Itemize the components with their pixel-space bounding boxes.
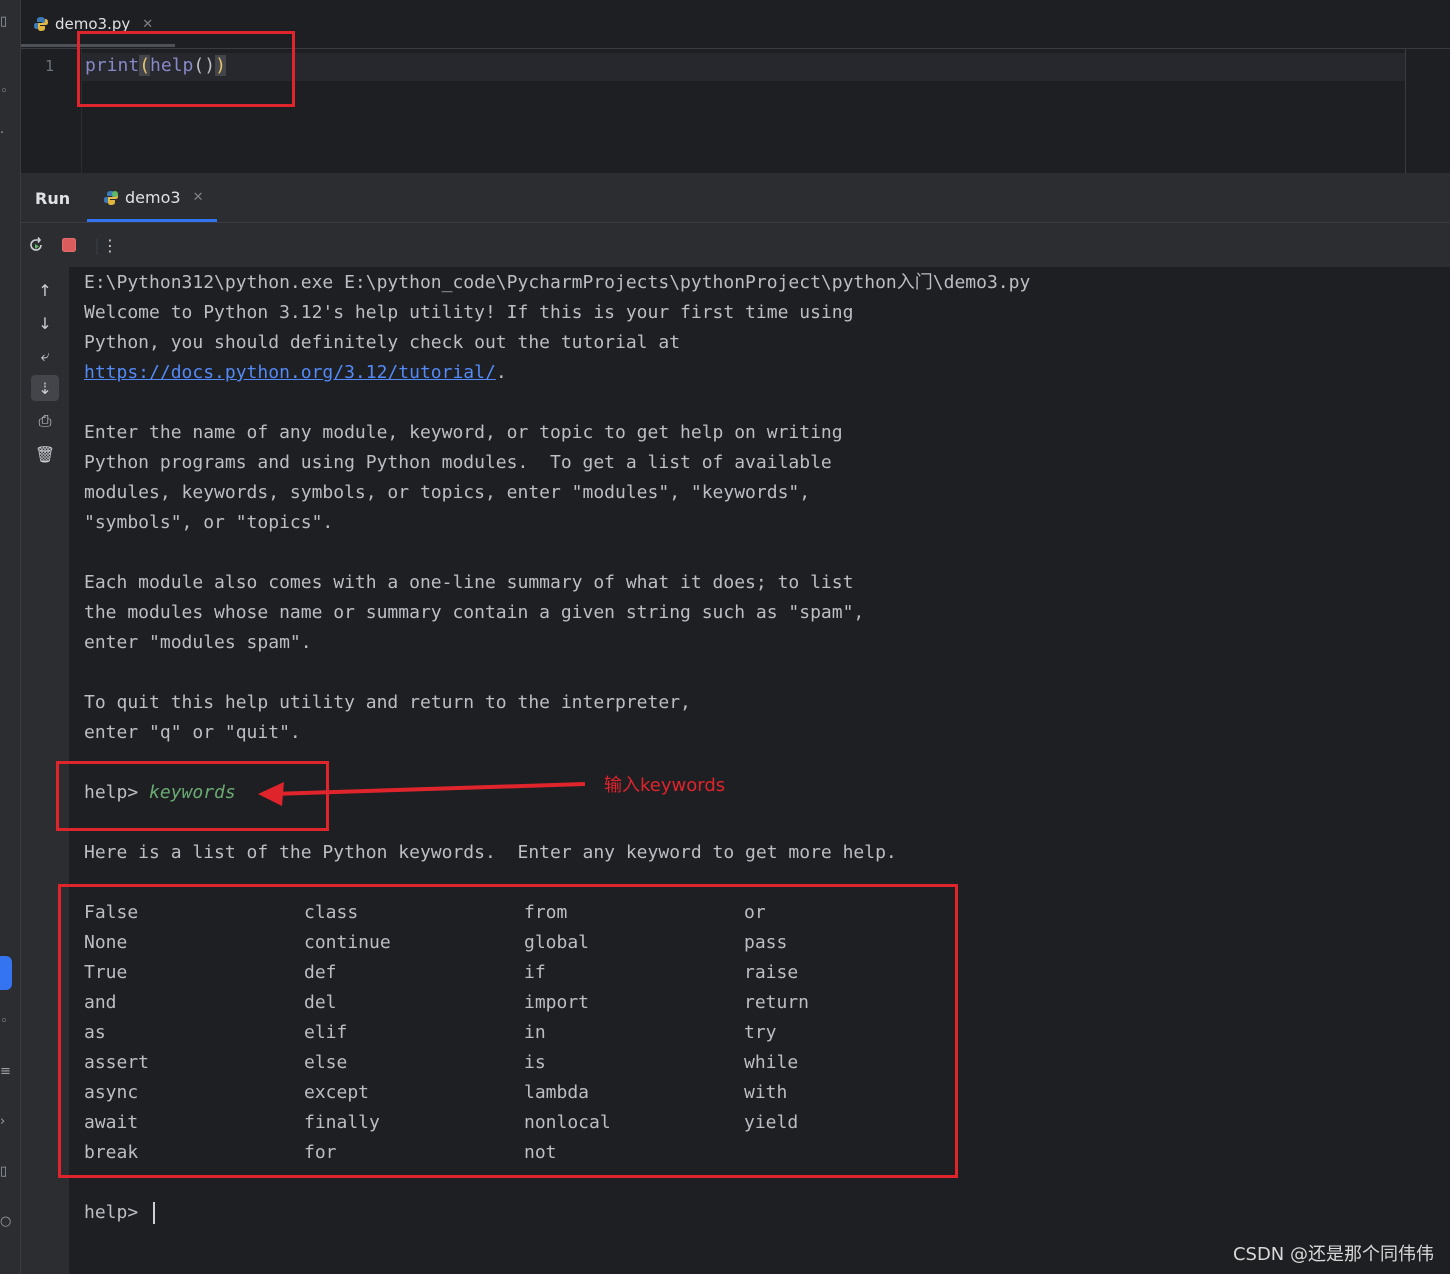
final-prompt-line[interactable]: help> <box>84 1198 156 1228</box>
link-suffix: . <box>495 362 507 383</box>
run-tab-label: demo3 <box>125 188 181 207</box>
run-panel-header: Run demo3 ✕ <box>21 173 1450 223</box>
run-toolbar: | ⋮ <box>21 223 1450 267</box>
scroll-down-icon[interactable]: ↓ <box>31 310 59 336</box>
project-icon[interactable]: ▯ <box>0 14 20 29</box>
close-run-tab-icon[interactable]: ✕ <box>193 190 204 205</box>
right-margin-ruler <box>1405 49 1406 173</box>
annotation-arrow-icon <box>258 782 586 806</box>
console-line: To quit this help utility and return to … <box>84 692 691 713</box>
console-line: enter "modules spam". <box>84 632 312 653</box>
console-line: modules, keywords, symbols, or topics, e… <box>84 482 811 503</box>
layers-icon[interactable]: ≡ <box>0 1064 20 1079</box>
terminal-icon[interactable]: › <box>0 1114 20 1129</box>
more-options-icon[interactable]: ⋮ <box>100 235 120 255</box>
keywords-intro: Here is a list of the Python keywords. E… <box>84 842 897 863</box>
console-line: Enter the name of any module, keyword, o… <box>84 422 843 443</box>
problems-icon[interactable]: ▯ <box>0 1164 20 1179</box>
run-tab-demo3[interactable]: demo3 ✕ <box>87 173 217 222</box>
console-line: the modules whose name or summary contai… <box>84 602 865 623</box>
left-tool-strip: ▯ ◦ · ◦ ≡ › ▯ ○ <box>0 0 21 1274</box>
scroll-up-icon[interactable]: ↑ <box>31 277 59 303</box>
close-tab-icon[interactable]: ✕ <box>142 17 153 32</box>
run-panel-title: Run <box>35 189 71 208</box>
scroll-to-end-icon[interactable]: ⇣ <box>31 375 59 401</box>
console-line: Python programs and using Python modules… <box>84 452 832 473</box>
text-caret <box>153 1202 156 1224</box>
console-line: E:\Python312\python.exe E:\python_code\P… <box>84 272 1031 293</box>
console-line: Each module also comes with a one-line s… <box>84 572 854 593</box>
console-line: Welcome to Python 3.12's help utility! I… <box>84 302 854 323</box>
run-tab-underline <box>87 219 217 222</box>
soft-wrap-icon[interactable]: ⤶ <box>31 343 59 369</box>
trash-icon[interactable]: 🗑 <box>31 441 59 467</box>
stop-icon[interactable] <box>59 235 79 255</box>
more-icon[interactable]: · <box>0 126 20 141</box>
code-highlight-box <box>77 31 295 107</box>
commit-icon[interactable]: ◦ <box>0 84 20 99</box>
python-run-icon <box>104 190 118 205</box>
line-number: 1 <box>45 57 55 75</box>
keywords-highlight-box <box>58 884 958 1178</box>
rerun-icon[interactable] <box>26 235 46 255</box>
final-prompt: help> <box>84 1202 150 1223</box>
python-console-icon[interactable] <box>0 956 12 990</box>
watermark: CSDN @还是那个同伟伟 <box>1232 1244 1434 1265</box>
tutorial-link[interactable]: https://docs.python.org/3.12/tutorial/ <box>84 362 496 383</box>
python-file-icon <box>34 17 48 31</box>
services-icon[interactable]: ◦ <box>0 1014 20 1029</box>
console-line: "symbols", or "topics". <box>84 512 334 533</box>
console-line: Python, you should definitely check out … <box>84 332 681 353</box>
print-icon[interactable]: ⎙ <box>31 408 59 434</box>
console-line: enter "q" or "quit". <box>84 722 301 743</box>
tutorial-line: https://docs.python.org/3.12/tutorial/. <box>84 358 507 388</box>
git-icon[interactable]: ○ <box>0 1214 20 1229</box>
annotation-label: 输入keywords <box>604 775 726 796</box>
